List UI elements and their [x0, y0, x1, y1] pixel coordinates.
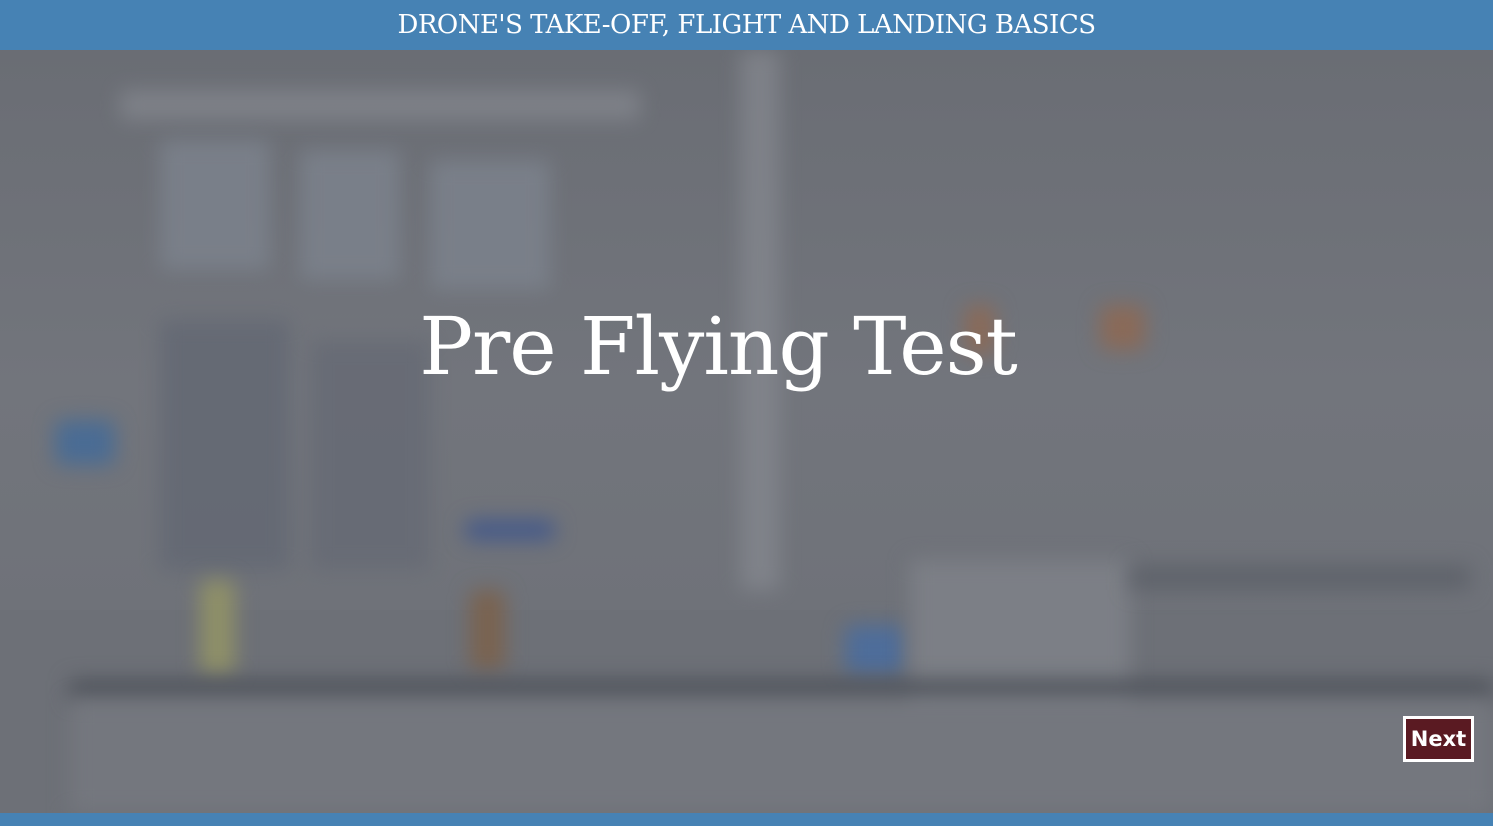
- course-player: DRONE'S TAKE-OFF, FLIGHT AND LANDING BAS…: [0, 0, 1493, 826]
- course-title: DRONE'S TAKE-OFF, FLIGHT AND LANDING BAS…: [397, 10, 1096, 40]
- background-blue-item: [55, 420, 115, 465]
- background-beam: [120, 90, 640, 120]
- background-window: [430, 160, 550, 290]
- background-cabinet: [70, 700, 1493, 813]
- background-brown-bottle: [470, 590, 505, 670]
- background-window: [300, 150, 400, 280]
- background-window: [160, 140, 270, 270]
- footer-bar: [0, 813, 1493, 826]
- next-button[interactable]: Next: [1403, 716, 1474, 762]
- slide-stage: [0, 50, 1493, 813]
- background-blue-item: [465, 520, 555, 540]
- background-counter: [70, 680, 1493, 700]
- background-blue-item: [845, 625, 905, 675]
- background-shelf: [1130, 565, 1470, 590]
- slide-title: Pre Flying Test: [419, 300, 1018, 393]
- header-bar: DRONE'S TAKE-OFF, FLIGHT AND LANDING BAS…: [0, 0, 1493, 50]
- background-yellow-bottle: [200, 580, 235, 675]
